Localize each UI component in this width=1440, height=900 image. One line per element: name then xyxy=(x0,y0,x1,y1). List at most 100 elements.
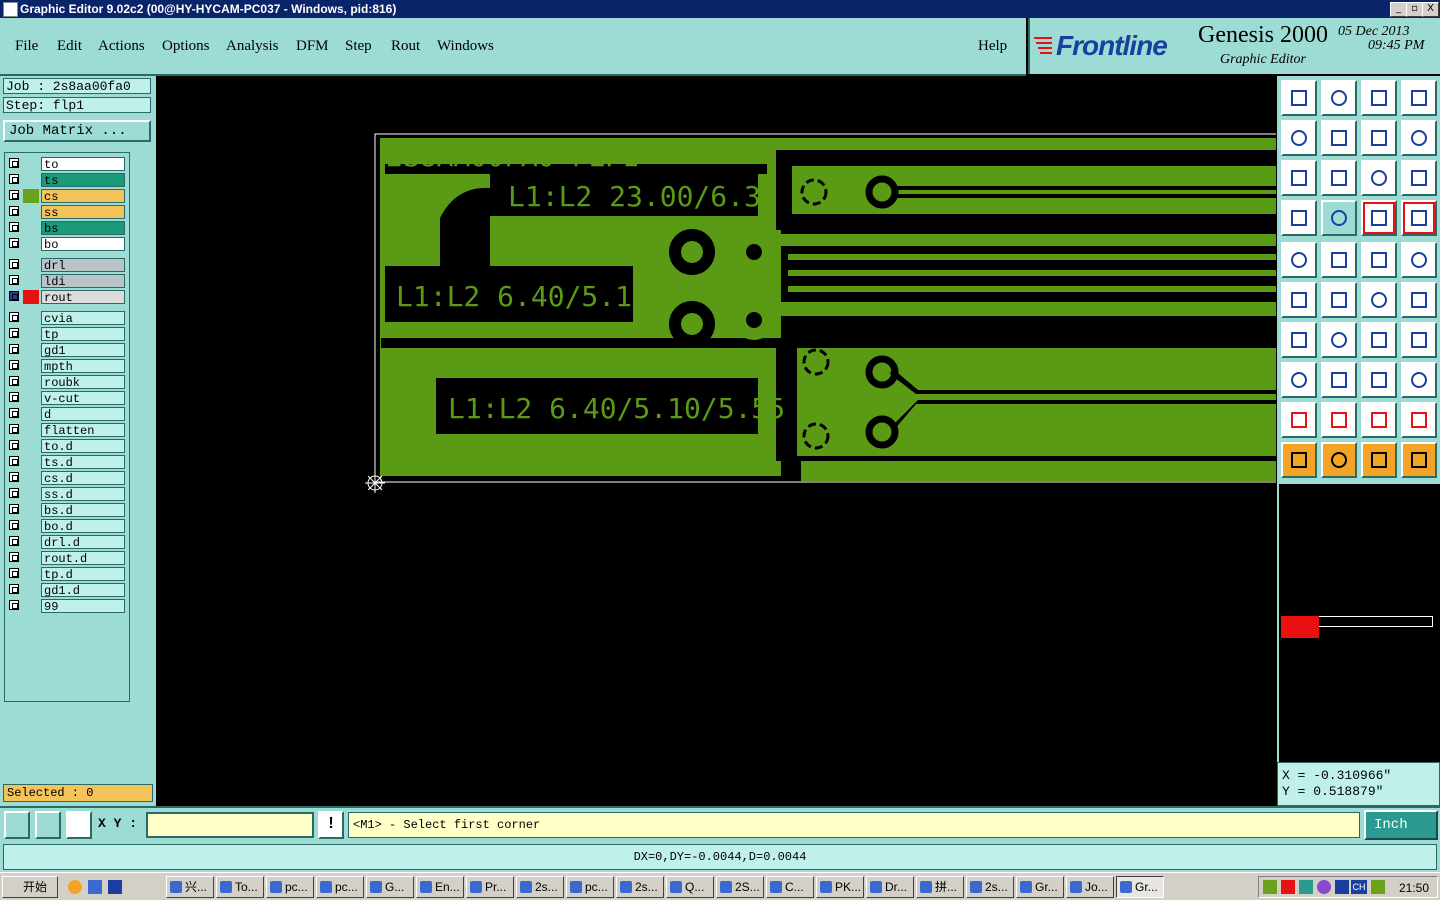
arc-icon[interactable] xyxy=(1361,322,1397,358)
pan-left-icon[interactable] xyxy=(1281,120,1317,156)
feature-icon[interactable] xyxy=(1401,322,1437,358)
unit-selector[interactable]: Inch xyxy=(1364,810,1438,840)
pad-icon[interactable] xyxy=(1281,242,1317,278)
layer-name[interactable]: flatten xyxy=(41,423,125,438)
layer-checkbox[interactable] xyxy=(9,568,19,578)
triangle-a-icon[interactable] xyxy=(1321,402,1357,438)
layer-checkbox[interactable] xyxy=(9,472,19,482)
grid-icon[interactable] xyxy=(1321,200,1357,236)
taskbar-task-4[interactable]: G... xyxy=(366,876,414,898)
layer-name[interactable]: roubk xyxy=(41,375,125,390)
layer-color-swatch[interactable] xyxy=(23,343,39,357)
fit-icon[interactable] xyxy=(1281,160,1317,196)
taskbar-task-1[interactable]: To... xyxy=(216,876,264,898)
layer-row-cvia[interactable]: cvia xyxy=(7,311,127,326)
layer-checkbox[interactable] xyxy=(9,584,19,594)
layer-name[interactable]: bs.d xyxy=(41,503,125,518)
layer-row-cs-d[interactable]: cs.d xyxy=(7,471,127,486)
layer-row-bo-d[interactable]: bo.d xyxy=(7,519,127,534)
layer-color-swatch[interactable] xyxy=(23,237,39,251)
layer-checkbox[interactable] xyxy=(9,174,19,184)
clock-icon[interactable] xyxy=(68,880,82,894)
connect-icon[interactable] xyxy=(1361,282,1397,318)
layer-row-ts[interactable]: ts xyxy=(7,173,127,188)
xy-input[interactable] xyxy=(146,812,314,838)
taskbar-task-8[interactable]: pc... xyxy=(566,876,614,898)
layer-row-to-d[interactable]: to.d xyxy=(7,439,127,454)
layer-row-bs-d[interactable]: bs.d xyxy=(7,503,127,518)
layer-row-ts-d[interactable]: ts.d xyxy=(7,455,127,470)
ruler-icon[interactable] xyxy=(1361,242,1397,278)
layer-row-drl[interactable]: drl xyxy=(7,258,127,273)
layer-row-ss[interactable]: ss xyxy=(7,205,127,220)
menu-dfm[interactable]: DFM xyxy=(296,38,329,55)
layer-color-swatch[interactable] xyxy=(23,455,39,469)
layer-row-to[interactable]: to xyxy=(7,157,127,172)
layer-name[interactable]: to.d xyxy=(41,439,125,454)
taskbar-task-14[interactable]: Dr... xyxy=(866,876,914,898)
layer-checkbox[interactable] xyxy=(9,600,19,610)
taskbar-task-9[interactable]: 2s... xyxy=(616,876,664,898)
graphic-canvas[interactable]: 2S8AA00FA0 FLP1 L1:L2 23.00/6.30 L1:L2 6… xyxy=(156,76,1276,806)
layer-row-gd1-d[interactable]: gd1.d xyxy=(7,583,127,598)
layer-color-swatch[interactable] xyxy=(23,551,39,565)
taskbar-task-10[interactable]: Q... xyxy=(666,876,714,898)
layer-checkbox[interactable] xyxy=(9,392,19,402)
layer-row-drl-d[interactable]: drl.d xyxy=(7,535,127,550)
job-matrix-button[interactable]: Job Matrix ... xyxy=(3,120,151,142)
tray-sound-icon[interactable] xyxy=(1317,880,1331,894)
taskbar-task-6[interactable]: Pr... xyxy=(466,876,514,898)
layer-name[interactable]: tp xyxy=(41,327,125,342)
undo-icon[interactable] xyxy=(1361,120,1397,156)
symbol-icon[interactable] xyxy=(1361,362,1397,398)
layer-name[interactable]: rout xyxy=(41,290,125,305)
layer-row-rout-d[interactable]: rout.d xyxy=(7,551,127,566)
layer-row-tp-d[interactable]: tp.d xyxy=(7,567,127,582)
layer-checkbox[interactable] xyxy=(9,328,19,338)
maximize-button[interactable]: ▫ xyxy=(1406,2,1423,17)
layer-row-mpth[interactable]: mpth xyxy=(7,359,127,374)
taskbar-task-12[interactable]: C... xyxy=(766,876,814,898)
zoom-box-icon[interactable] xyxy=(4,811,30,839)
shield-icon[interactable] xyxy=(108,880,122,894)
layer-name[interactable]: cvia xyxy=(41,311,125,326)
pointer-icon[interactable] xyxy=(1281,442,1317,478)
layer-row-roubk[interactable]: roubk xyxy=(7,375,127,390)
select-alt-icon[interactable] xyxy=(1361,442,1397,478)
layer-row-ldi[interactable]: ldi xyxy=(7,274,127,289)
menu-windows[interactable]: Windows xyxy=(437,38,494,55)
taskbar-task-0[interactable]: 兴... xyxy=(166,876,214,898)
layer-checkbox[interactable] xyxy=(9,158,19,168)
layer-color-swatch[interactable] xyxy=(23,173,39,187)
layer-color-swatch[interactable] xyxy=(23,391,39,405)
layer-checkbox[interactable] xyxy=(9,238,19,248)
layer-name[interactable]: to xyxy=(41,157,125,172)
layer-name[interactable]: cs xyxy=(41,189,125,204)
menu-help[interactable]: Help xyxy=(978,38,1007,55)
net-icon[interactable] xyxy=(1281,282,1317,318)
layer-name[interactable]: gd1.d xyxy=(41,583,125,598)
triangle-icon[interactable] xyxy=(1281,402,1317,438)
layer-name[interactable]: drl xyxy=(41,258,125,273)
route-icon[interactable] xyxy=(1401,442,1437,478)
minimize-button[interactable]: _ xyxy=(1390,2,1407,17)
layer-color-swatch[interactable] xyxy=(23,535,39,549)
zoom-home-icon[interactable] xyxy=(1281,80,1317,116)
layer-color-swatch[interactable] xyxy=(23,274,39,288)
layer-color-swatch[interactable] xyxy=(23,583,39,597)
taskbar-task-5[interactable]: En... xyxy=(416,876,464,898)
layer-checkbox[interactable] xyxy=(9,360,19,370)
dot-icon[interactable] xyxy=(1401,242,1437,278)
tray-net-icon[interactable] xyxy=(1299,880,1313,894)
select-icon[interactable] xyxy=(1321,442,1357,478)
select-net-icon[interactable] xyxy=(1281,362,1317,398)
layer-row-99[interactable]: 99 xyxy=(7,599,127,614)
center-icon[interactable] xyxy=(1321,160,1357,196)
pan-right-icon[interactable] xyxy=(1321,120,1357,156)
tray-edit-icon[interactable] xyxy=(1281,880,1295,894)
taskbar-task-19[interactable]: Gr... xyxy=(1116,876,1164,898)
layer-color-swatch[interactable] xyxy=(23,471,39,485)
scale-1-2-icon[interactable] xyxy=(1361,160,1397,196)
layer-row-gd1[interactable]: gd1 xyxy=(7,343,127,358)
tray-app-icon[interactable] xyxy=(1263,880,1277,894)
